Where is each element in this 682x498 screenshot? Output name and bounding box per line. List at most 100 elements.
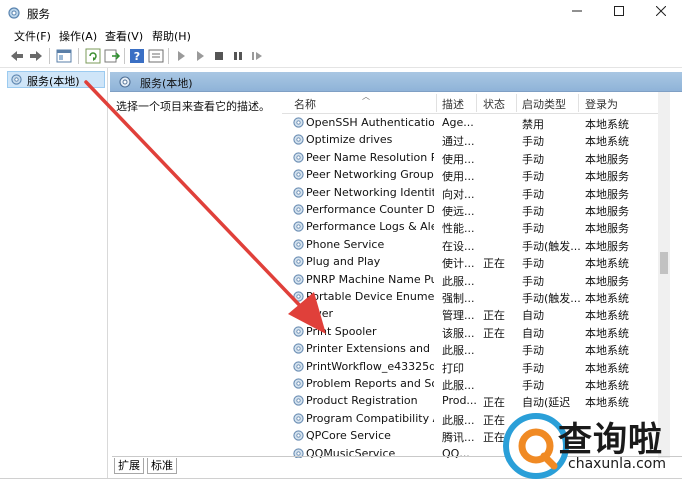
restart-service-icon[interactable] — [248, 47, 266, 65]
service-gear-icon — [293, 204, 304, 215]
vertical-scrollbar[interactable] — [658, 92, 670, 458]
service-description: 性能... — [442, 222, 475, 236]
toolbar-separator — [49, 48, 50, 64]
refresh-icon[interactable] — [84, 47, 102, 65]
services-gear-icon — [11, 74, 22, 85]
service-name: Peer Networking Groupi — [306, 168, 434, 182]
watermark-brand: 查询啦 — [558, 420, 663, 460]
service-startup-type: 手动 — [522, 152, 544, 166]
service-logon-as: 本地系统 — [585, 135, 629, 149]
column-header-startup-type[interactable]: 启动类型 — [522, 96, 566, 112]
service-gear-icon — [293, 221, 304, 233]
toolbar: ? — [0, 44, 682, 68]
service-description: 此服... — [442, 274, 475, 288]
toolbar-separator — [124, 48, 125, 64]
service-row[interactable]: PrintWorkflow_e43325d 打印 手动 本地系统 — [282, 358, 670, 375]
service-row[interactable]: Portable Device Enumera... 强制... 手动(触发... 本… — [282, 288, 670, 305]
tree-item-services-local[interactable]: 服务(本地) — [7, 71, 105, 88]
console-tree-icon[interactable] — [55, 47, 73, 65]
column-header-logon-as[interactable]: 登录为 — [585, 96, 618, 112]
sort-ascending-icon: ︿ — [362, 92, 370, 101]
service-row[interactable]: Performance Logs & Aler 性能... 手动 本地服务 — [282, 218, 670, 235]
service-description: 管理... — [442, 309, 475, 323]
service-status: 正在 — [483, 326, 505, 340]
column-divider[interactable] — [436, 94, 437, 112]
toolbar-separator — [168, 48, 169, 64]
service-name: Portable Device Enumera... — [306, 290, 434, 303]
tab-extended[interactable]: 扩展 — [114, 458, 144, 474]
description-prompt: 选择一个项目来查看它的描述。 — [116, 100, 270, 113]
export-list-icon[interactable] — [103, 47, 121, 65]
service-row[interactable]: Peer Networking Identity... 向对... 手动 本地服务 — [282, 184, 670, 201]
service-startup-type: 手动 — [522, 361, 544, 375]
forward-arrow-icon[interactable] — [27, 47, 45, 65]
column-header-status[interactable]: 状态 — [483, 96, 505, 112]
minimize-icon — [572, 10, 582, 12]
service-row[interactable]: OpenSSH Authentication ... Age... 禁用 本地系统 — [282, 114, 670, 131]
service-gear-icon — [293, 273, 304, 285]
services-list: ︿ 名称 描述 状态 启动类型 登录为 OpenSSH Authenticati… — [282, 92, 670, 458]
service-description: 使远... — [442, 205, 475, 218]
column-header-description[interactable]: 描述 — [442, 96, 464, 112]
service-row[interactable]: Optimize drives 通过... 手动 本地系统 — [282, 131, 670, 148]
service-gear-icon — [293, 308, 304, 320]
service-logon-as: 本地服务 — [585, 187, 629, 201]
scrollbar-thumb[interactable] — [660, 252, 668, 274]
service-row[interactable]: Peer Name Resolution Pr... 使用... 手动 本地服务 — [282, 149, 670, 166]
service-gear-icon — [293, 326, 304, 337]
svg-text:?: ? — [134, 50, 140, 63]
panel-header: 服务(本地) — [110, 72, 682, 92]
service-row[interactable]: ower 管理... 正在 自动 本地系统 — [282, 305, 670, 322]
service-logon-as: 本地服务 — [585, 274, 629, 288]
service-row[interactable]: Phone Service 在设... 手动(触发... 本地服务 — [282, 236, 670, 253]
service-gear-icon — [293, 169, 304, 180]
service-description: 使用... — [442, 170, 475, 184]
service-description: 使计... — [442, 257, 475, 271]
watermark-logo: 查询啦 chaxunla.com — [500, 408, 682, 498]
service-gear-icon — [293, 291, 304, 302]
service-name: Program Compatibility A... — [306, 411, 434, 425]
service-row[interactable]: Problem Reports and Sol... 此服... 手动 本地系统 — [282, 375, 670, 392]
column-header-name[interactable]: 名称 — [294, 96, 316, 112]
service-row[interactable]: Performance Counter DL... 使远... 手动 本地服务 — [282, 201, 670, 218]
menu-action[interactable]: 操作(A) — [59, 28, 97, 44]
tab-standard[interactable]: 标准 — [147, 458, 177, 474]
service-logon-as: 本地服务 — [585, 239, 629, 253]
service-row[interactable]: PNRP Machine Name Pu... 此服... 手动 本地服务 — [282, 271, 670, 288]
window-title: 服务 — [27, 7, 50, 21]
service-gear-icon — [293, 134, 304, 146]
menu-help[interactable]: 帮助(H) — [152, 28, 191, 44]
minimize-button[interactable] — [556, 0, 598, 26]
service-logon-as: 本地服务 — [585, 152, 629, 166]
menu-view[interactable]: 查看(V) — [105, 28, 143, 44]
service-row[interactable]: Plug and Play 使计... 正在 手动 本地系统 — [282, 253, 670, 270]
properties-icon[interactable] — [147, 47, 165, 65]
start-service-alt-icon[interactable] — [191, 47, 209, 65]
service-description: 向对... — [442, 187, 475, 201]
service-description: 此服... — [442, 344, 475, 358]
back-arrow-icon[interactable] — [8, 47, 26, 65]
column-divider[interactable] — [516, 94, 517, 112]
service-description: Age... — [442, 116, 474, 129]
column-divider[interactable] — [578, 94, 579, 112]
service-description: 腾讯... — [442, 431, 475, 445]
stop-service-icon[interactable] — [210, 47, 228, 65]
service-logon-as: 本地系统 — [585, 118, 629, 131]
column-divider[interactable] — [476, 94, 477, 112]
close-button[interactable] — [640, 0, 682, 26]
service-logon-as: 本地系统 — [585, 309, 629, 323]
service-name: Performance Logs & Aler — [306, 220, 434, 234]
service-row[interactable]: Printer Extensions and N... 此服... 手动 本地系统 — [282, 340, 670, 357]
service-gear-icon — [293, 152, 304, 163]
service-row[interactable]: Print Spooler 该服... 正在 自动 本地系统 — [282, 323, 670, 340]
service-name: PNRP Machine Name Pu... — [306, 272, 434, 286]
pause-service-icon[interactable] — [229, 47, 247, 65]
maximize-button[interactable] — [598, 0, 640, 26]
service-name: Product Registration — [306, 394, 418, 408]
help-icon[interactable]: ? — [128, 47, 146, 65]
service-row[interactable]: Peer Networking Groupi 使用... 手动 本地服务 — [282, 166, 670, 183]
service-startup-type: 手动 — [522, 135, 544, 149]
menu-file[interactable]: 文件(F) — [14, 28, 51, 44]
service-gear-icon — [293, 395, 304, 407]
start-service-icon[interactable] — [172, 47, 190, 65]
